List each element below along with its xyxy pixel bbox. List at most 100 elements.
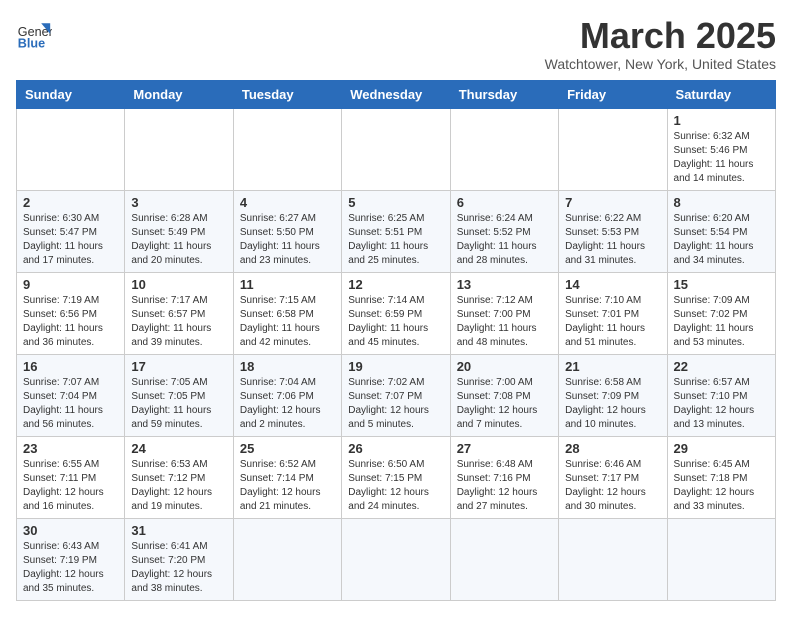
calendar-cell: 18 Sunrise: 7:04 AMSunset: 7:06 PMDayligh… xyxy=(233,354,341,436)
calendar-cell: 26Sunrise: 6:50 AMSunset: 7:15 PMDayligh… xyxy=(342,436,450,518)
day-info: Sunrise: 7:17 AMSunset: 6:57 PMDaylight:… xyxy=(131,294,226,350)
calendar-cell xyxy=(233,108,341,190)
day-number: 8 xyxy=(674,195,769,210)
day-number: 2 xyxy=(23,195,118,210)
day-info: Sunrise: 6:22 AMSunset: 5:53 PMDaylight:… xyxy=(565,212,660,268)
calendar-week-row: 2 Sunrise: 6:30 AMSunset: 5:47 PMDaylight… xyxy=(17,190,776,272)
day-info: Sunrise: 7:14 AMSunset: 6:59 PMDaylight:… xyxy=(348,294,443,350)
calendar-cell: 27Sunrise: 6:48 AMSunset: 7:16 PMDayligh… xyxy=(450,436,558,518)
calendar-cell: 2 Sunrise: 6:30 AMSunset: 5:47 PMDaylight… xyxy=(17,190,125,272)
calendar-week-row: 9Sunrise: 7:19 AMSunset: 6:56 PMDaylight… xyxy=(17,272,776,354)
calendar-cell: 25 Sunrise: 6:52 AMSunset: 7:14 PMDayligh… xyxy=(233,436,341,518)
weekday-header: Friday xyxy=(559,80,667,108)
month-title: March 2025 xyxy=(545,16,776,56)
day-number: 6 xyxy=(457,195,552,210)
day-number: 16 xyxy=(23,359,118,374)
location: Watchtower, New York, United States xyxy=(545,56,776,72)
calendar-cell xyxy=(450,518,558,600)
svg-text:Blue: Blue xyxy=(18,37,45,51)
day-number: 7 xyxy=(565,195,660,210)
weekday-header: Sunday xyxy=(17,80,125,108)
day-info: Sunrise: 7:00 AMSunset: 7:08 PMDaylight:… xyxy=(457,376,552,432)
weekday-header: Tuesday xyxy=(233,80,341,108)
day-info: Sunrise: 6:27 AMSunset: 5:50 PMDaylight:… xyxy=(240,212,335,268)
calendar-cell: 16 Sunrise: 7:07 AMSunset: 7:04 PMDayligh… xyxy=(17,354,125,436)
day-number: 27 xyxy=(457,441,552,456)
calendar-cell: 8 Sunrise: 6:20 AMSunset: 5:54 PMDaylight… xyxy=(667,190,775,272)
day-number: 25 xyxy=(240,441,335,456)
calendar-cell: 15 Sunrise: 7:09 AMSunset: 7:02 PMDayligh… xyxy=(667,272,775,354)
calendar-cell: 23Sunrise: 6:55 AMSunset: 7:11 PMDayligh… xyxy=(17,436,125,518)
weekday-header: Saturday xyxy=(667,80,775,108)
calendar-cell: 1Sunrise: 6:32 AMSunset: 5:46 PMDaylight… xyxy=(667,108,775,190)
calendar-cell xyxy=(559,518,667,600)
day-number: 3 xyxy=(131,195,226,210)
day-number: 10 xyxy=(131,277,226,292)
calendar-table: SundayMondayTuesdayWednesdayThursdayFrid… xyxy=(16,80,776,601)
logo: General Blue xyxy=(16,16,52,52)
day-info: Sunrise: 6:41 AMSunset: 7:20 PMDaylight:… xyxy=(131,540,226,596)
logo-icon: General Blue xyxy=(16,16,52,52)
day-info: Sunrise: 6:30 AMSunset: 5:47 PMDaylight:… xyxy=(23,212,118,268)
calendar-cell: 30 Sunrise: 6:43 AMSunset: 7:19 PMDayligh… xyxy=(17,518,125,600)
day-info: Sunrise: 6:25 AMSunset: 5:51 PMDaylight:… xyxy=(348,212,443,268)
calendar-cell xyxy=(450,108,558,190)
day-number: 29 xyxy=(674,441,769,456)
calendar-cell xyxy=(233,518,341,600)
calendar-cell: 28Sunrise: 6:46 AMSunset: 7:17 PMDayligh… xyxy=(559,436,667,518)
day-info: Sunrise: 7:07 AMSunset: 7:04 PMDaylight:… xyxy=(23,376,118,432)
day-info: Sunrise: 6:55 AMSunset: 7:11 PMDaylight:… xyxy=(23,458,118,514)
calendar-cell: 4Sunrise: 6:27 AMSunset: 5:50 PMDaylight… xyxy=(233,190,341,272)
day-info: Sunrise: 7:02 AMSunset: 7:07 PMDaylight:… xyxy=(348,376,443,432)
calendar-cell: 12Sunrise: 7:14 AMSunset: 6:59 PMDayligh… xyxy=(342,272,450,354)
day-number: 13 xyxy=(457,277,552,292)
calendar-cell: 6Sunrise: 6:24 AMSunset: 5:52 PMDaylight… xyxy=(450,190,558,272)
day-info: Sunrise: 6:57 AMSunset: 7:10 PMDaylight:… xyxy=(674,376,769,432)
calendar-cell: 29 Sunrise: 6:45 AMSunset: 7:18 PMDayligh… xyxy=(667,436,775,518)
calendar-cell: 11 Sunrise: 7:15 AMSunset: 6:58 PMDayligh… xyxy=(233,272,341,354)
day-info: Sunrise: 7:05 AMSunset: 7:05 PMDaylight:… xyxy=(131,376,226,432)
calendar-cell xyxy=(342,518,450,600)
day-info: Sunrise: 7:04 AMSunset: 7:06 PMDaylight:… xyxy=(240,376,335,432)
day-info: Sunrise: 6:45 AMSunset: 7:18 PMDaylight:… xyxy=(674,458,769,514)
day-number: 28 xyxy=(565,441,660,456)
calendar-week-row: 16 Sunrise: 7:07 AMSunset: 7:04 PMDayligh… xyxy=(17,354,776,436)
day-number: 18 xyxy=(240,359,335,374)
weekday-header: Thursday xyxy=(450,80,558,108)
day-info: Sunrise: 7:10 AMSunset: 7:01 PMDaylight:… xyxy=(565,294,660,350)
day-number: 5 xyxy=(348,195,443,210)
title-section: March 2025 Watchtower, New York, United … xyxy=(545,16,776,72)
day-number: 17 xyxy=(131,359,226,374)
day-info: Sunrise: 6:28 AMSunset: 5:49 PMDaylight:… xyxy=(131,212,226,268)
calendar-week-row: 23Sunrise: 6:55 AMSunset: 7:11 PMDayligh… xyxy=(17,436,776,518)
day-info: Sunrise: 7:09 AMSunset: 7:02 PMDaylight:… xyxy=(674,294,769,350)
calendar-cell: 14Sunrise: 7:10 AMSunset: 7:01 PMDayligh… xyxy=(559,272,667,354)
calendar-cell: 17 Sunrise: 7:05 AMSunset: 7:05 PMDayligh… xyxy=(125,354,233,436)
day-number: 11 xyxy=(240,277,335,292)
day-info: Sunrise: 6:52 AMSunset: 7:14 PMDaylight:… xyxy=(240,458,335,514)
day-info: Sunrise: 6:53 AMSunset: 7:12 PMDaylight:… xyxy=(131,458,226,514)
calendar-cell: 5 Sunrise: 6:25 AMSunset: 5:51 PMDaylight… xyxy=(342,190,450,272)
day-number: 19 xyxy=(348,359,443,374)
calendar-cell: 10 Sunrise: 7:17 AMSunset: 6:57 PMDayligh… xyxy=(125,272,233,354)
calendar-week-row: 30 Sunrise: 6:43 AMSunset: 7:19 PMDayligh… xyxy=(17,518,776,600)
day-number: 15 xyxy=(674,277,769,292)
day-info: Sunrise: 6:43 AMSunset: 7:19 PMDaylight:… xyxy=(23,540,118,596)
day-number: 21 xyxy=(565,359,660,374)
calendar-cell xyxy=(17,108,125,190)
weekday-header: Monday xyxy=(125,80,233,108)
day-info: Sunrise: 6:32 AMSunset: 5:46 PMDaylight:… xyxy=(674,130,769,186)
day-info: Sunrise: 6:50 AMSunset: 7:15 PMDaylight:… xyxy=(348,458,443,514)
day-number: 20 xyxy=(457,359,552,374)
calendar-cell: 9Sunrise: 7:19 AMSunset: 6:56 PMDaylight… xyxy=(17,272,125,354)
calendar-cell xyxy=(667,518,775,600)
day-number: 31 xyxy=(131,523,226,538)
calendar-cell: 21Sunrise: 6:58 AMSunset: 7:09 PMDayligh… xyxy=(559,354,667,436)
day-info: Sunrise: 6:20 AMSunset: 5:54 PMDaylight:… xyxy=(674,212,769,268)
day-number: 30 xyxy=(23,523,118,538)
day-info: Sunrise: 7:15 AMSunset: 6:58 PMDaylight:… xyxy=(240,294,335,350)
calendar-cell: 3 Sunrise: 6:28 AMSunset: 5:49 PMDaylight… xyxy=(125,190,233,272)
weekday-header: Wednesday xyxy=(342,80,450,108)
day-info: Sunrise: 7:12 AMSunset: 7:00 PMDaylight:… xyxy=(457,294,552,350)
day-number: 9 xyxy=(23,277,118,292)
